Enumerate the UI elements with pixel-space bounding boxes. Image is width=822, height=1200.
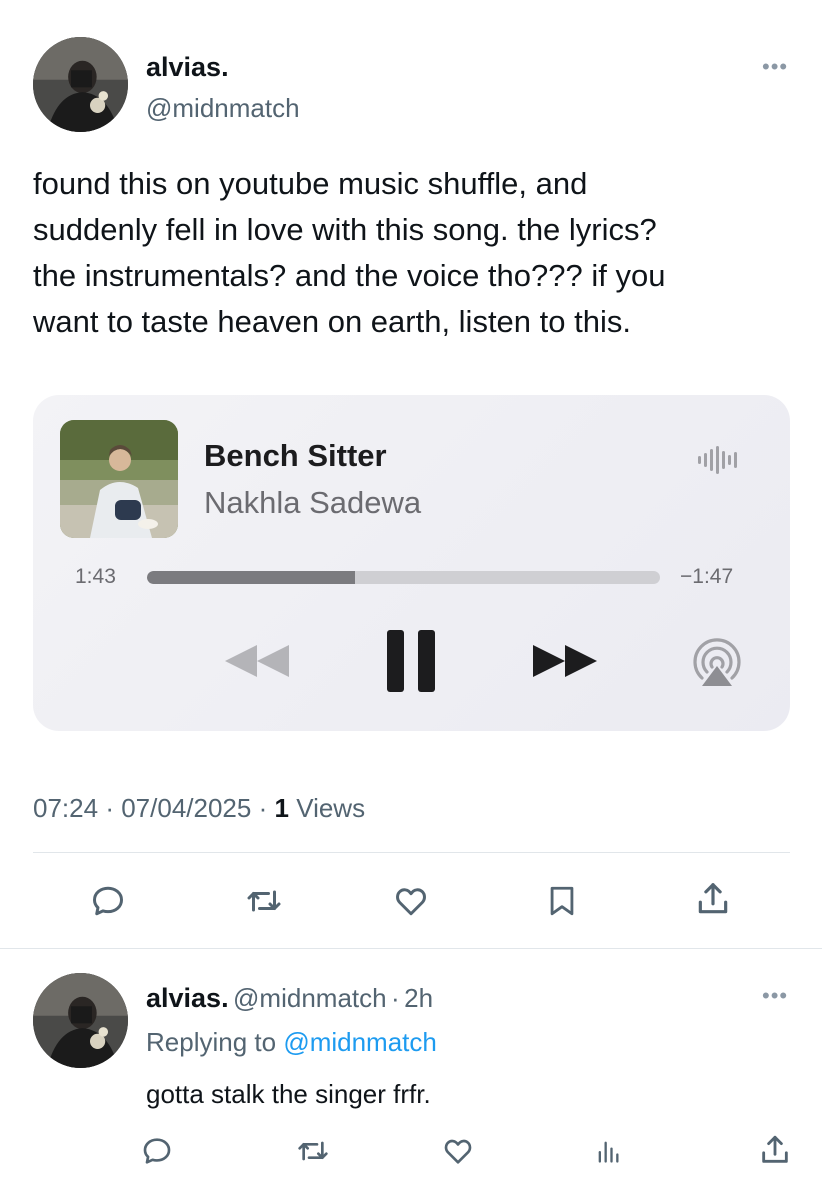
divider [0,948,822,949]
share-button[interactable] [694,880,732,918]
author-name[interactable]: alvias. [146,52,229,83]
heart-icon [396,888,426,916]
reply-like-button[interactable] [441,1135,475,1167]
bookmark-button[interactable] [545,883,579,919]
heart-icon [444,1139,472,1164]
tweet-text-line: found this on youtube music shuffle, and [33,166,588,201]
share-icon [698,883,728,914]
reply-header: alvias. @midnmatch · 2h [146,983,433,1014]
rewind-button[interactable] [223,643,291,684]
reply-age[interactable]: 2h [404,983,433,1013]
tweet-date[interactable]: 07/04/2025 [121,793,251,823]
fast-forward-icon [533,645,597,677]
like-button[interactable] [392,883,430,919]
analytics-icon [598,1141,619,1163]
elapsed-time: 1:43 [75,565,116,588]
reply-text: gotta stalk the singer frfr. [146,1079,431,1109]
song-artist: Nakhla Sadewa [204,485,422,520]
reply-reply-button[interactable] [141,1135,173,1167]
more-options-icon[interactable]: ••• [762,56,788,78]
fast-forward-button[interactable] [531,643,599,684]
separator: · [391,983,400,1013]
reply-share-button[interactable] [758,1133,792,1167]
airplay-button[interactable] [690,636,744,695]
tweet-meta: 07:24 · 07/04/2025 · 1 Views [33,793,365,824]
replying-to-label: Replying to [146,1027,277,1057]
tweet-text-line: want to taste heaven on earth, listen to… [33,304,631,339]
progress-bar[interactable] [147,571,660,584]
remaining-time: −1:47 [680,565,734,588]
replying-to-handle[interactable]: @midnmatch [283,1027,437,1057]
progress-fill [147,571,355,584]
replying-to: Replying to @midnmatch [146,1027,437,1058]
retweet-icon [298,1141,328,1161]
author-handle[interactable]: @midnmatch [146,93,300,124]
divider [33,852,790,853]
share-icon [762,1135,788,1163]
album-art [60,420,178,538]
comment-icon [93,886,123,916]
retweet-button[interactable] [245,883,283,919]
song-title: Bench Sitter [204,438,387,473]
reply-author-name[interactable]: alvias. [146,983,229,1013]
reply-author-avatar[interactable] [33,973,128,1068]
reply-author-handle[interactable]: @midnmatch [233,983,387,1013]
comment-icon [143,1138,171,1164]
rewind-icon [225,645,289,677]
bookmark-icon [550,886,574,916]
retweet-icon [247,890,281,912]
reply-more-options-icon[interactable]: ••• [762,985,788,1007]
reply-retweet-button[interactable] [296,1135,330,1167]
pause-button[interactable] [387,630,435,697]
views-label: Views [296,793,366,823]
airplay-icon [693,638,741,686]
tweet-time[interactable]: 07:24 [33,793,98,823]
views-count: 1 [274,793,289,823]
reply-button[interactable] [90,883,126,919]
tweet-text-line: suddenly fell in love with this song. th… [33,212,657,247]
reply-analytics-button[interactable] [594,1136,622,1166]
tweet-text: found this on youtube music shuffle, and… [33,161,793,345]
pause-icon [387,630,435,692]
separator: · [258,793,268,823]
separator: · [105,793,114,823]
author-avatar[interactable] [33,37,128,132]
audio-waveform-icon [698,446,742,479]
tweet-text-line: the instrumentals? and the voice tho??? … [33,258,666,293]
